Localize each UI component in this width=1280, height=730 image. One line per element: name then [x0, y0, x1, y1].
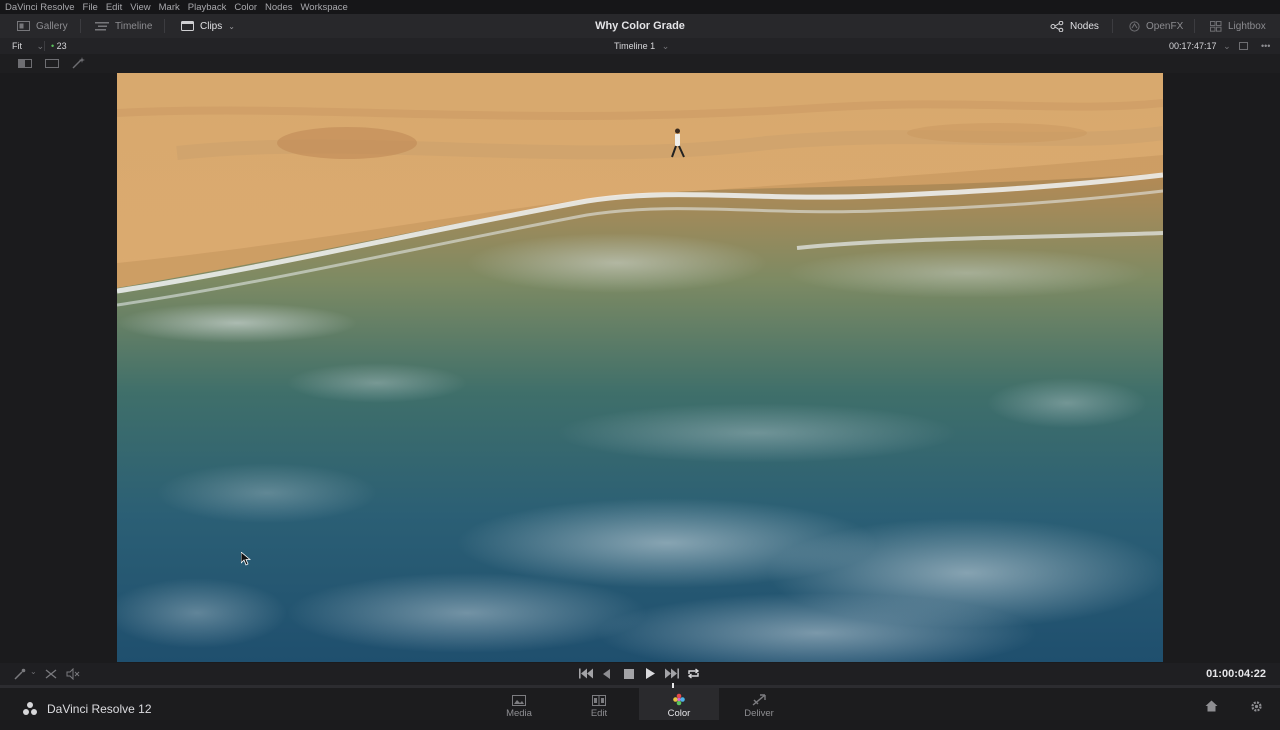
chevron-down-icon: ⌄ [1223, 41, 1231, 51]
source-timecode-value: 00:17:47:17 [1169, 41, 1217, 51]
chevron-down-icon: ⌄ [36, 41, 45, 51]
lightbox-label: Lightbox [1228, 20, 1266, 32]
app-name: DaVinci Resolve 12 [47, 702, 152, 716]
page-tab-label: Color [667, 708, 691, 719]
clip-number: 23 [56, 41, 67, 51]
page-tab-deliver[interactable]: Deliver [719, 688, 799, 720]
timeline-select[interactable]: Timeline 1 ⌄ [614, 38, 669, 54]
clip-dot-icon: • [51, 41, 55, 51]
top-toolbar: Gallery Timeline Clips ⌄ Why Color Grade… [0, 14, 1280, 38]
openfx-label: OpenFX [1146, 20, 1184, 32]
toolbar-divider [80, 19, 81, 33]
viewer-frame[interactable] [117, 73, 1163, 662]
toolbar-divider [1194, 19, 1195, 33]
chevron-down-icon: ⌄ [228, 21, 235, 31]
page-tab-media[interactable]: Media [479, 688, 559, 720]
clips-button[interactable]: Clips ⌄ [181, 14, 235, 38]
toolbar-divider [1112, 19, 1113, 33]
mute-icon[interactable] [66, 668, 80, 680]
openfx-icon [1129, 20, 1140, 32]
lightbox-button[interactable]: Lightbox [1210, 14, 1266, 38]
edit-page-icon [592, 695, 606, 708]
lightbox-icon [1210, 20, 1222, 32]
fullscreen-icon[interactable] [1239, 42, 1248, 50]
menu-mark[interactable]: Mark [159, 2, 180, 13]
media-page-icon [512, 695, 526, 708]
page-tab-edit[interactable]: Edit [559, 688, 639, 720]
clip-counter: • 23 [51, 38, 67, 54]
viewer-tools [0, 54, 1280, 73]
source-timecode[interactable]: 00:17:47:17 ⌄ [1169, 38, 1231, 54]
timeline-icon [95, 21, 109, 31]
eyedropper-icon[interactable] [14, 668, 26, 680]
timeline-name: Timeline 1 [614, 41, 656, 51]
page-tab-label: Deliver [744, 708, 774, 719]
shuffle-icon[interactable] [45, 668, 57, 680]
viewer-area [0, 73, 1280, 663]
clips-label: Clips [200, 20, 223, 32]
mouse-cursor-icon [241, 552, 251, 566]
timeline-button[interactable]: Timeline [95, 14, 152, 38]
more-options-icon[interactable]: ••• [1261, 38, 1270, 54]
transport-bar: ⌄ 01:00:04:22 [0, 663, 1280, 685]
menu-view[interactable]: View [130, 2, 150, 13]
gallery-icon [17, 21, 30, 31]
nodes-label: Nodes [1070, 20, 1099, 32]
split-screen-icon[interactable] [45, 59, 59, 68]
skip-to-start-icon[interactable] [579, 668, 593, 679]
zoom-value: Fit [12, 41, 22, 51]
menu-playback[interactable]: Playback [188, 2, 227, 13]
gallery-button[interactable]: Gallery [17, 14, 68, 38]
timeline-label: Timeline [115, 20, 153, 32]
beach-aerial-image [117, 73, 1163, 662]
menu-workspace[interactable]: Workspace [301, 2, 348, 13]
skip-to-end-icon[interactable] [665, 668, 679, 679]
menu-app[interactable]: DaVinci Resolve [5, 2, 75, 13]
davinci-logo-icon [22, 701, 38, 717]
page-navigation-bar: DaVinci Resolve 12 Media Edit Color Deli… [0, 688, 1280, 720]
menu-edit[interactable]: Edit [106, 2, 122, 13]
loop-icon[interactable] [687, 667, 700, 680]
page-tab-label: Media [506, 708, 532, 719]
nodes-button[interactable]: Nodes [1050, 14, 1099, 38]
image-wipe-icon[interactable] [18, 59, 32, 68]
chevron-down-icon: ⌄ [661, 41, 670, 51]
play-reverse-icon[interactable] [603, 669, 611, 679]
color-page-icon [672, 693, 686, 708]
toolbar-divider [164, 19, 165, 33]
menu-file[interactable]: File [83, 2, 98, 13]
gallery-label: Gallery [36, 20, 68, 32]
play-icon[interactable] [646, 668, 655, 679]
record-timecode: 01:00:04:22 [1206, 668, 1266, 680]
home-icon[interactable] [1205, 700, 1218, 712]
menu-bar: DaVinci Resolve File Edit View Mark Play… [0, 0, 1280, 14]
settings-gear-icon[interactable] [1250, 700, 1263, 713]
nodes-icon [1050, 20, 1064, 32]
chevron-down-icon[interactable]: ⌄ [30, 667, 37, 676]
zoom-select[interactable]: Fit ⌄ [12, 38, 44, 54]
deliver-page-icon [752, 694, 766, 708]
clips-icon [181, 21, 194, 31]
highlight-wand-icon[interactable] [72, 57, 86, 69]
menu-nodes[interactable]: Nodes [265, 2, 292, 13]
divider [44, 41, 45, 51]
openfx-button[interactable]: OpenFX [1129, 14, 1183, 38]
menu-color[interactable]: Color [234, 2, 257, 13]
page-tab-label: Edit [590, 708, 608, 719]
viewer-header: Fit ⌄ • 23 Timeline 1 ⌄ 00:17:47:17 ⌄ ••… [0, 38, 1280, 54]
stop-icon[interactable] [624, 669, 634, 679]
page-tab-color[interactable]: Color [639, 688, 719, 720]
